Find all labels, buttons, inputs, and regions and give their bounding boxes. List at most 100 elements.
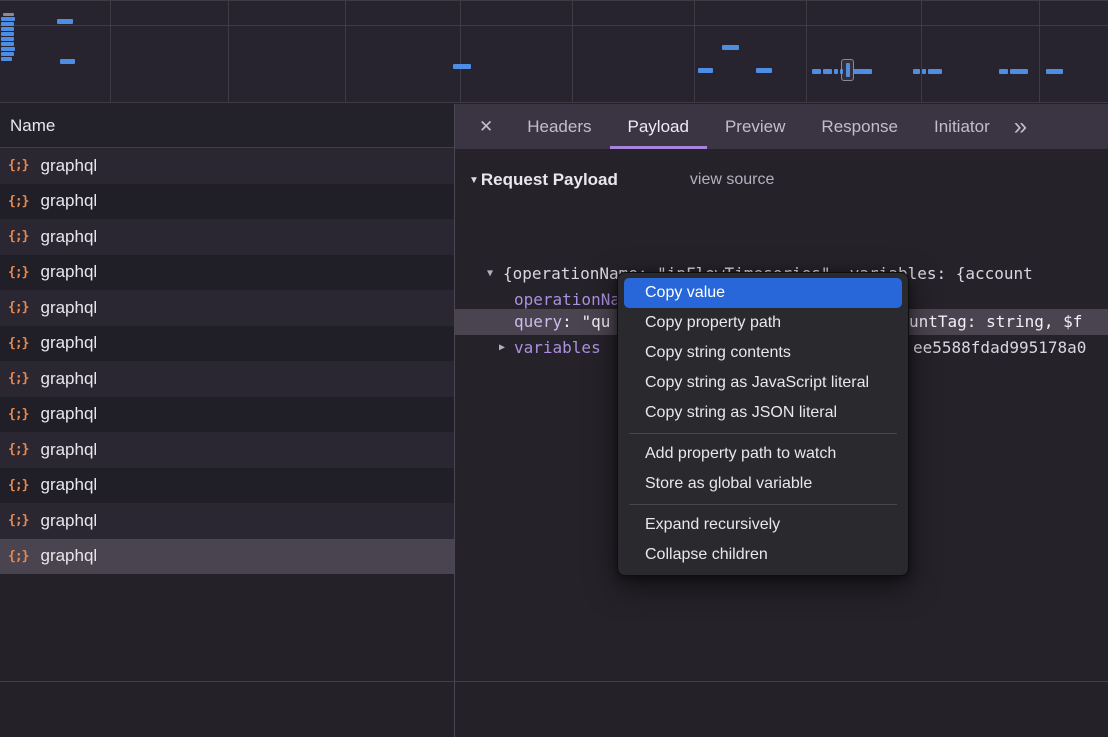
json-braces-icon: {;} bbox=[8, 300, 28, 315]
overview-gridline bbox=[110, 1, 111, 102]
request-name: graphql bbox=[40, 191, 97, 211]
request-row[interactable]: {;} graphql bbox=[0, 184, 454, 220]
request-name: graphql bbox=[40, 298, 97, 318]
overview-selection-box bbox=[841, 59, 854, 81]
request-timing-bar bbox=[834, 69, 838, 74]
tab-preview[interactable]: Preview bbox=[707, 104, 803, 149]
disclosure-triangle-icon[interactable]: ▼ bbox=[469, 175, 479, 186]
request-timing-bar bbox=[57, 19, 73, 24]
request-row[interactable]: {;} graphql bbox=[0, 361, 454, 397]
request-timing-bar bbox=[722, 45, 739, 50]
devtools-window: Name {;} graphql {;} graphql {;} graphql {;} gr… bbox=[0, 0, 1108, 737]
json-braces-icon: {;} bbox=[8, 478, 28, 493]
json-braces-icon: {;} bbox=[8, 513, 28, 528]
request-timing-bar bbox=[453, 64, 471, 69]
tab-payload[interactable]: Payload bbox=[610, 104, 707, 149]
json-braces-icon: {;} bbox=[8, 442, 28, 457]
menu-item-add-property-path-to-watch[interactable]: Add property path to watch bbox=[624, 439, 902, 469]
request-timing-bar bbox=[1046, 69, 1063, 74]
json-value-fragment: untTag: string, $f bbox=[909, 309, 1082, 335]
json-braces-icon: {;} bbox=[8, 265, 28, 280]
menu-item-store-as-global-variable[interactable]: Store as global variable bbox=[624, 469, 902, 499]
request-payload-section-header[interactable]: ▼ Request Payload view source bbox=[455, 165, 1108, 195]
request-name: graphql bbox=[40, 156, 97, 176]
request-timing-bar bbox=[922, 69, 926, 74]
overview-gridline bbox=[694, 1, 695, 102]
detail-tabbar: ✕ HeadersPayloadPreviewResponseInitiator… bbox=[455, 104, 1108, 149]
request-timing-bar bbox=[1, 52, 14, 56]
request-row[interactable]: {;}graphql bbox=[0, 397, 454, 433]
menu-item-copy-string-as-json-literal[interactable]: Copy string as JSON literal bbox=[624, 398, 902, 428]
request-timing-bar bbox=[3, 13, 14, 16]
request-name: graphql bbox=[40, 262, 97, 282]
request-timing-bar bbox=[913, 69, 920, 74]
menu-item-copy-value[interactable]: Copy value bbox=[624, 278, 902, 308]
name-column-header[interactable]: Name bbox=[0, 104, 454, 148]
overview-gridline bbox=[345, 1, 346, 102]
request-timing-bar bbox=[999, 69, 1008, 74]
collapse-arrow-icon[interactable]: ▶ bbox=[499, 335, 505, 361]
request-timing-bar bbox=[1, 57, 12, 61]
request-timing-bar bbox=[1, 37, 14, 41]
json-braces-icon: {;} bbox=[8, 194, 28, 209]
close-panel-icon[interactable]: ✕ bbox=[479, 117, 493, 137]
menu-item-copy-property-path[interactable]: Copy property path bbox=[624, 308, 902, 338]
expand-arrow-icon[interactable]: ▼ bbox=[487, 261, 493, 287]
menu-item-copy-string-as-javascript-literal[interactable]: Copy string as JavaScript literal bbox=[624, 368, 902, 398]
request-row[interactable]: {;} graphql bbox=[0, 290, 454, 326]
network-overview-timeline[interactable] bbox=[0, 0, 1108, 103]
request-timing-bar bbox=[756, 68, 772, 73]
menu-item-copy-string-contents[interactable]: Copy string contents bbox=[624, 338, 902, 368]
context-menu: Copy valueCopy property pathCopy string … bbox=[617, 272, 909, 576]
requests-list-empty-area bbox=[0, 575, 454, 681]
request-name: graphql bbox=[40, 546, 97, 566]
json-braces-icon: {;} bbox=[8, 407, 28, 422]
request-row[interactable]: {;} graphql bbox=[0, 468, 454, 504]
request-row[interactable]: {;} graphql bbox=[0, 326, 454, 362]
json-braces-icon: {;} bbox=[8, 229, 28, 244]
request-timing-bar bbox=[823, 69, 832, 74]
overview-gridline bbox=[572, 1, 573, 102]
json-key: query bbox=[514, 312, 562, 331]
menu-item-expand-recursively[interactable]: Expand recursively bbox=[624, 510, 902, 540]
menu-separator bbox=[629, 504, 897, 505]
overview-gridline bbox=[806, 1, 807, 102]
json-colon: : bbox=[562, 312, 581, 331]
request-timing-bar bbox=[1, 17, 15, 21]
overview-gridline bbox=[0, 25, 1108, 26]
menu-separator bbox=[629, 433, 897, 434]
json-braces-icon: {;} bbox=[8, 336, 28, 351]
tab-headers[interactable]: Headers bbox=[509, 104, 609, 149]
request-timing-bar bbox=[928, 69, 942, 74]
footer-divider bbox=[0, 681, 1108, 682]
request-row[interactable]: {;} graphql bbox=[0, 255, 454, 291]
request-timing-bar bbox=[1010, 69, 1028, 74]
json-braces-icon: {;} bbox=[8, 371, 28, 386]
request-row[interactable]: {;}graphql bbox=[0, 539, 454, 575]
request-row[interactable]: {;} graphql bbox=[0, 503, 454, 539]
request-row[interactable]: {;} graphql bbox=[0, 432, 454, 468]
request-row[interactable]: {;} graphql bbox=[0, 148, 454, 184]
more-tabs-icon[interactable]: » bbox=[1014, 104, 1027, 149]
tab-response[interactable]: Response bbox=[803, 104, 916, 149]
request-name: graphql bbox=[40, 440, 97, 460]
json-braces-icon: {;} bbox=[8, 158, 28, 173]
tab-initiator[interactable]: Initiator bbox=[916, 104, 1008, 149]
request-timing-bar bbox=[60, 59, 75, 64]
request-timing-bar bbox=[1, 22, 14, 26]
request-name: graphql bbox=[40, 475, 97, 495]
json-value-fragment: ee5588fdad995178a0 bbox=[913, 335, 1086, 361]
request-timing-bar bbox=[698, 68, 713, 73]
request-timing-bar bbox=[1, 27, 14, 31]
request-row[interactable]: {;}graphql bbox=[0, 219, 454, 255]
json-key: variables bbox=[514, 335, 601, 361]
request-timing-bar bbox=[1, 47, 15, 51]
request-name: graphql bbox=[40, 333, 97, 353]
overview-gridline bbox=[921, 1, 922, 102]
request-name: graphql bbox=[40, 369, 97, 389]
json-string-value: "qu bbox=[581, 312, 610, 331]
view-source-link[interactable]: view source bbox=[690, 171, 774, 189]
request-name: graphql bbox=[40, 511, 97, 531]
overview-gridline bbox=[1039, 1, 1040, 102]
menu-item-collapse-children[interactable]: Collapse children bbox=[624, 540, 902, 570]
